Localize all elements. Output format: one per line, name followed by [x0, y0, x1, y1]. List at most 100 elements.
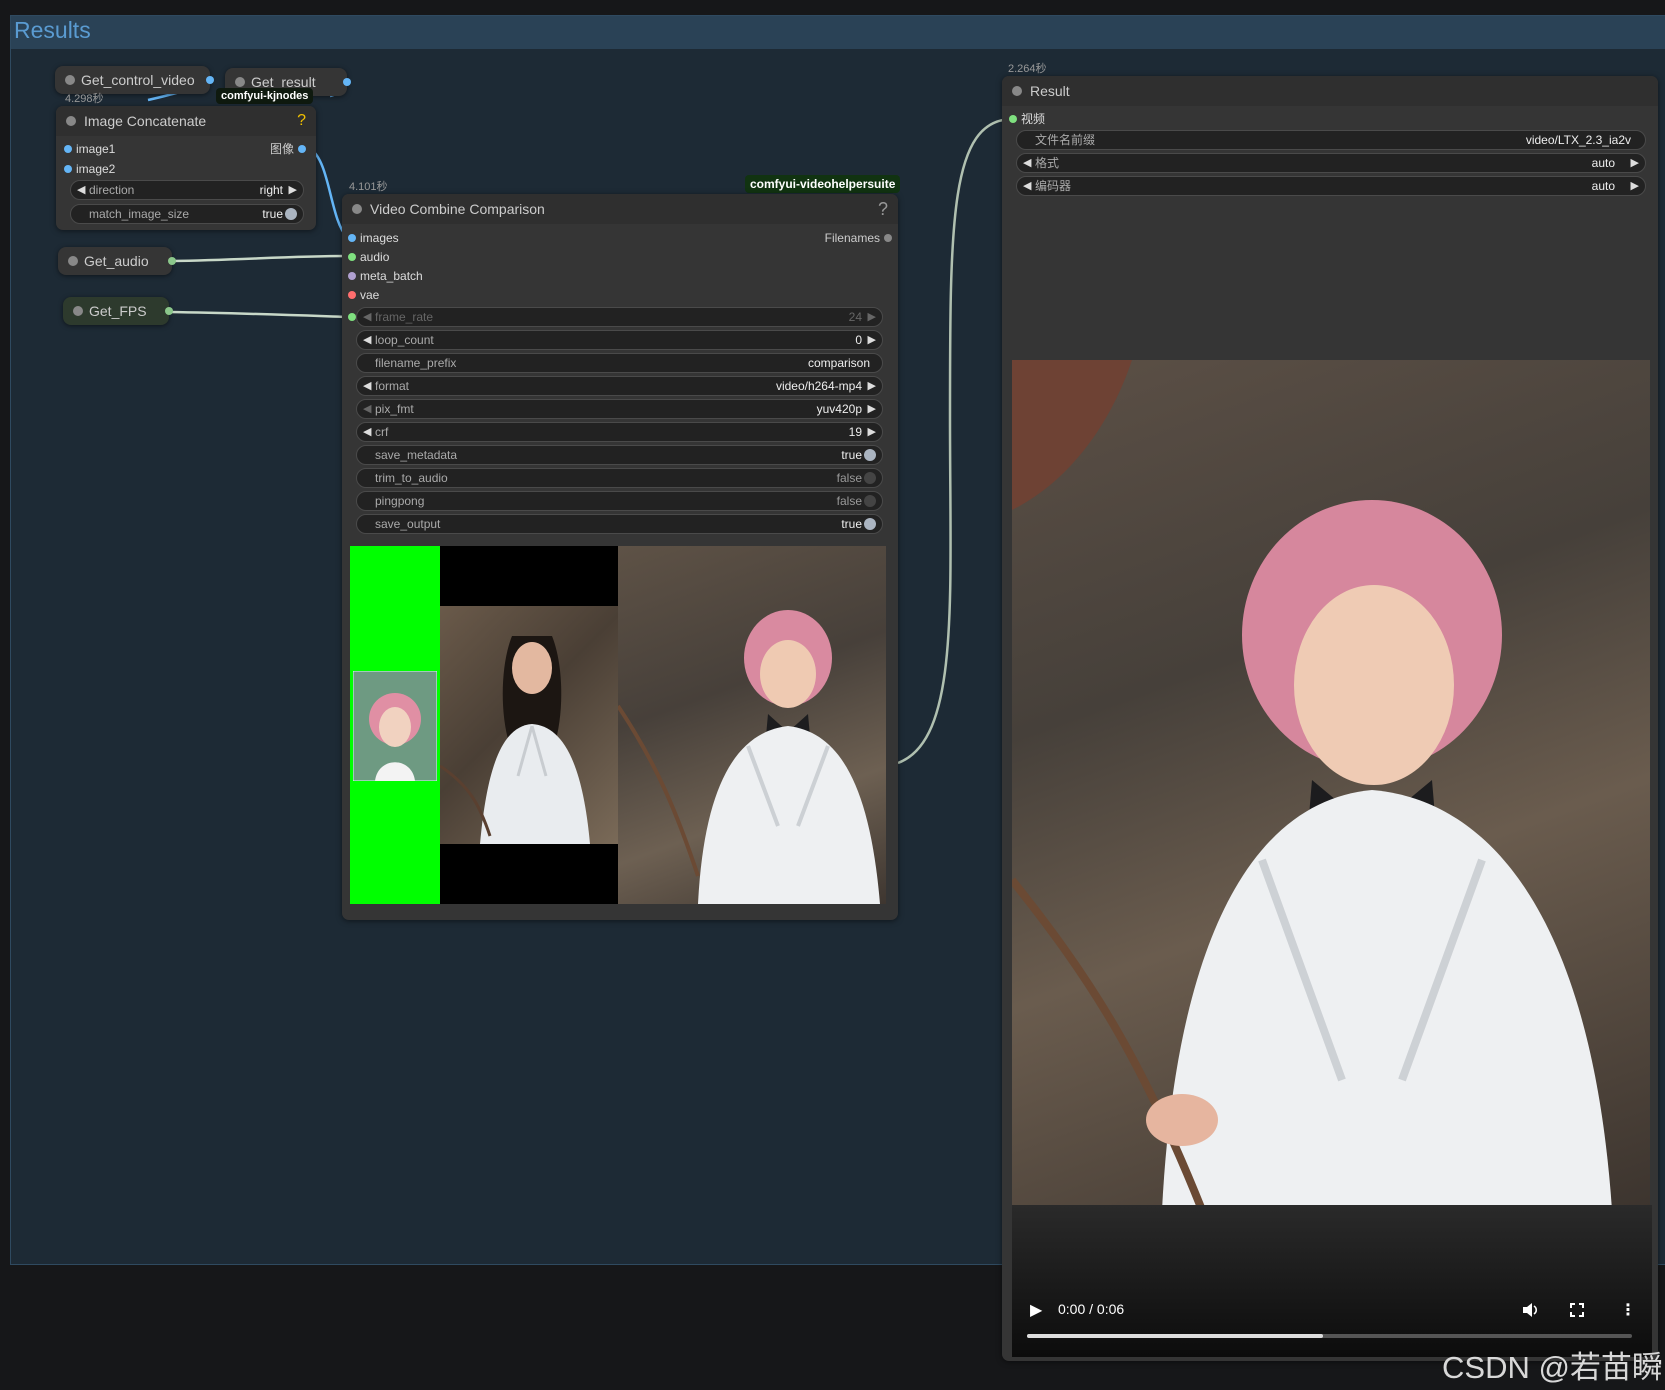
output-slot-filenames[interactable]: Filenames [825, 229, 892, 247]
slot-dot[interactable] [348, 253, 356, 261]
input-slot-images[interactable]: images [348, 229, 399, 247]
collapse-dot[interactable] [235, 77, 245, 87]
get-node-label: Get_audio [84, 253, 149, 269]
input-slot-vae[interactable]: vae [348, 286, 379, 304]
direction-combo[interactable]: ◀ direction right ▶ [70, 180, 304, 200]
input-slot-meta-batch[interactable]: meta_batch [348, 267, 423, 285]
arrow-left-icon[interactable]: ◀ [363, 331, 371, 349]
collapse-dot[interactable] [1012, 86, 1022, 96]
group-title-bar[interactable]: Results [11, 16, 1665, 49]
input-slot-image2[interactable]: image2 [64, 160, 115, 178]
play-icon[interactable]: ▶ [1030, 1300, 1042, 1320]
widget-value: video/LTX_2.3_ia2v [1525, 133, 1631, 147]
collapse-dot[interactable] [352, 204, 362, 214]
output-slot-image[interactable]: 图像 [270, 140, 306, 158]
collapse-dot[interactable] [66, 116, 76, 126]
collapse-dot[interactable] [73, 306, 83, 316]
toggle-knob[interactable] [864, 495, 876, 507]
get-audio-node[interactable]: Get_audio [58, 247, 176, 275]
output-slot-dot[interactable] [168, 257, 176, 265]
arrow-left-icon[interactable]: ◀ [363, 308, 371, 326]
arrow-left-icon[interactable]: ◀ [1023, 154, 1031, 172]
output-slot-dot[interactable] [343, 78, 351, 86]
arrow-right-icon[interactable]: ▶ [1631, 177, 1639, 195]
input-slot-image1[interactable]: image1 [64, 140, 116, 158]
toggle-knob[interactable] [864, 449, 876, 461]
node-title-bar[interactable]: Result [1002, 76, 1658, 106]
arrow-left-icon[interactable]: ◀ [77, 181, 85, 199]
format-combo[interactable]: ◀ 格式 auto ▶ [1016, 153, 1646, 173]
arrow-right-icon[interactable]: ▶ [289, 181, 297, 199]
pix-fmt-combo[interactable]: ◀ pix_fmt yuv420p ▶ [356, 399, 883, 419]
slot-label: image1 [76, 142, 116, 156]
pingpong-toggle[interactable]: pingpong false [356, 491, 883, 511]
widget-value: right [259, 183, 283, 197]
slot-dot[interactable] [1009, 115, 1017, 123]
slot-dot[interactable] [348, 291, 356, 299]
arrow-right-icon[interactable]: ▶ [868, 308, 876, 326]
slot-dot[interactable] [64, 165, 72, 173]
loop-count-number[interactable]: ◀ loop_count 0 ▶ [356, 330, 883, 350]
help-icon[interactable]: ? [297, 106, 306, 136]
help-icon[interactable]: ? [878, 194, 888, 224]
widget-value: true [841, 517, 862, 531]
slot-dot[interactable] [348, 272, 356, 280]
trim-to-audio-toggle[interactable]: trim_to_audio false [356, 468, 883, 488]
slot-dot[interactable] [348, 234, 356, 242]
widget-value: 0 [855, 333, 862, 347]
video-combine-comparison-node[interactable]: Video Combine Comparison ? images audio … [342, 194, 898, 920]
widget-label: 格式 [1035, 156, 1060, 170]
widget-value: auto [1591, 179, 1615, 193]
save-output-toggle[interactable]: save_output true [356, 514, 883, 534]
crf-number[interactable]: ◀ crf 19 ▶ [356, 422, 883, 442]
output-slot-dot[interactable] [165, 307, 173, 315]
collapse-dot[interactable] [65, 75, 75, 85]
encoder-combo[interactable]: ◀ 编码器 auto ▶ [1016, 176, 1646, 196]
arrow-left-icon[interactable]: ◀ [1023, 177, 1031, 195]
converted-input-dot[interactable] [348, 313, 356, 321]
arrow-right-icon[interactable]: ▶ [1631, 154, 1639, 172]
input-slot-audio[interactable]: audio [348, 248, 389, 266]
get-fps-node[interactable]: Get_FPS [63, 297, 173, 325]
frame-rate-number[interactable]: ◀ frame_rate 24 ▶ [348, 307, 883, 327]
toggle-knob[interactable] [864, 518, 876, 530]
volume-icon[interactable] [1522, 1302, 1540, 1318]
widget-value: false [836, 471, 862, 485]
arrow-right-icon[interactable]: ▶ [868, 331, 876, 349]
group-title: Results [14, 17, 91, 43]
node-title-bar[interactable]: Image Concatenate ? [56, 106, 316, 136]
toggle-knob[interactable] [285, 208, 297, 220]
input-slot-video[interactable]: 视频 [1009, 110, 1045, 128]
image-concatenate-node[interactable]: Image Concatenate ? image1 image2 图像 ◀ d… [56, 106, 316, 230]
arrow-left-icon[interactable]: ◀ [363, 423, 371, 441]
match-image-size-toggle[interactable]: match_image_size true [70, 204, 304, 224]
collapse-dot[interactable] [68, 256, 78, 266]
widget-label: match_image_size [89, 207, 190, 221]
video-progress-bar[interactable] [1027, 1334, 1632, 1338]
result-node[interactable]: Result 视频 文件名前缀 video/LTX_2.3_ia2v ◀ 格式 … [1002, 76, 1658, 1361]
widget-label: direction [89, 183, 135, 197]
arrow-right-icon[interactable]: ▶ [868, 377, 876, 395]
arrow-left-icon[interactable]: ◀ [363, 400, 371, 418]
filename-prefix-text[interactable]: filename_prefix comparison [356, 353, 883, 373]
fullscreen-icon[interactable] [1570, 1303, 1584, 1317]
comparison-preview[interactable] [350, 546, 886, 904]
arrow-left-icon[interactable]: ◀ [363, 377, 371, 395]
widget-label: crf [375, 425, 389, 439]
slot-dot[interactable] [298, 145, 306, 153]
widget-label: loop_count [375, 333, 434, 347]
result-video-player[interactable] [1012, 360, 1650, 1210]
image-concat-timer: 4.298秒 [65, 93, 104, 105]
more-options-icon[interactable]: ⋮ [1620, 1300, 1636, 1320]
arrow-right-icon[interactable]: ▶ [868, 400, 876, 418]
filename-prefix-text[interactable]: 文件名前缀 video/LTX_2.3_ia2v [1016, 130, 1646, 150]
widget-value: 19 [848, 425, 862, 439]
toggle-knob[interactable] [864, 472, 876, 484]
slot-dot[interactable] [884, 234, 892, 242]
format-combo[interactable]: ◀ format video/h264-mp4 ▶ [356, 376, 883, 396]
save-metadata-toggle[interactable]: save_metadata true [356, 445, 883, 465]
arrow-right-icon[interactable]: ▶ [868, 423, 876, 441]
slot-dot[interactable] [64, 145, 72, 153]
output-slot-dot[interactable] [206, 76, 214, 84]
node-title-bar[interactable]: Video Combine Comparison ? [342, 194, 898, 224]
